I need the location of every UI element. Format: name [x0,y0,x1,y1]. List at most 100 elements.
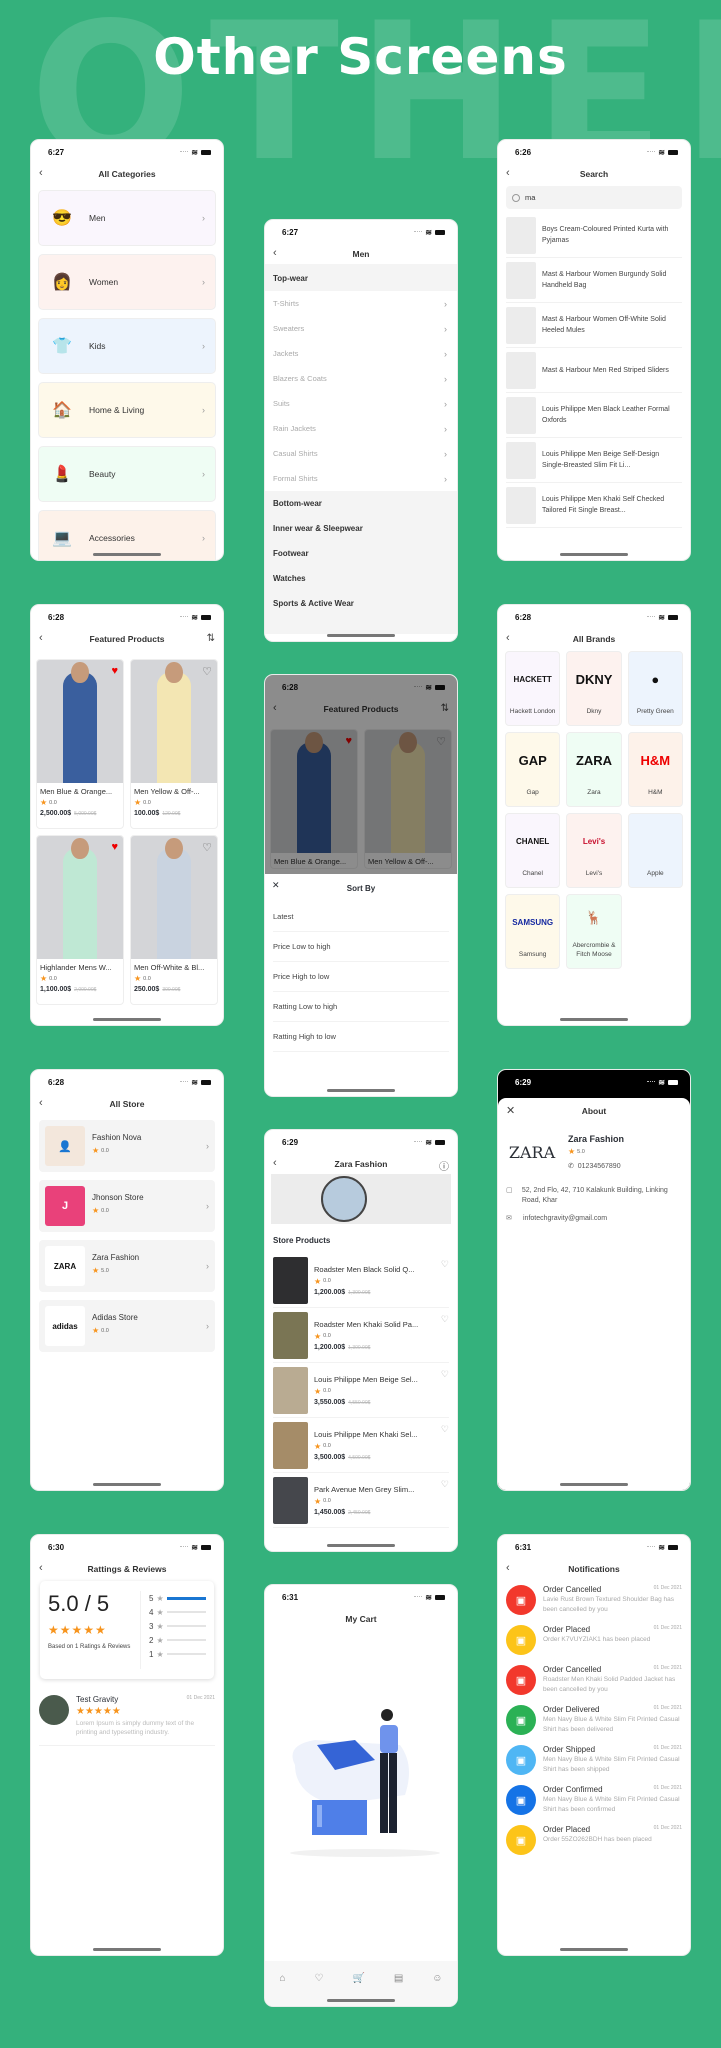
brand-logo: CHANEL [515,837,550,846]
subcategory-item[interactable]: Suits › [265,391,457,416]
store-item[interactable]: ZARA Zara Fashion ★ 5.0 › [39,1240,215,1292]
sort-option[interactable]: Price Low to high [273,932,449,962]
wishlist-tab-icon[interactable]: ♡ [315,1973,324,2006]
brand-card[interactable]: CHANEL Chanel [505,813,561,888]
notification-item[interactable]: ▣ Order Shipped 01 Dec 2021 Men Navy Blue &… [506,1745,682,1775]
subcategory-item[interactable]: Casual Shirts › [265,441,457,466]
orders-tab-icon[interactable]: ▤ [394,1973,403,2006]
original-price: 5,000.00$ [74,811,97,817]
sort-option[interactable]: Latest [273,902,449,932]
product-card[interactable]: ♥ Men Blue & Orange... ★ 0.0 2,500.00$ 5,000.… [36,659,124,829]
store-phone[interactable]: 01234567890 [578,1163,621,1170]
store-item[interactable]: adidas Adidas Store ★ 0.0 › [39,1300,215,1352]
subcategory-item[interactable]: Rain Jackets › [265,416,457,441]
store-product[interactable]: Roadster Men Black Solid Q... ★ 0.0 1,200.0… [273,1253,449,1308]
subcategory-item[interactable]: Sweaters › [265,316,457,341]
brand-card[interactable]: HACKETT Hackett London [505,651,561,726]
notification-item[interactable]: ▣ Order Cancelled 01 Dec 2021 Lavie Rust Br… [506,1585,682,1615]
home-tab-icon[interactable]: ⌂ [279,1973,285,2006]
category-item[interactable]: 💄 Beauty › [38,446,216,502]
notification-item[interactable]: ▣ Order Confirmed 01 Dec 2021 Men Navy Blue… [506,1785,682,1815]
subcategory-item[interactable]: Jackets › [265,341,457,366]
search-result[interactable]: Mast & Harbour Men Red Striped Sliders [506,348,682,393]
favorite-icon[interactable]: ♥ [111,665,118,677]
back-icon[interactable]: ‹ [506,167,510,179]
back-icon[interactable]: ‹ [273,247,277,259]
category-item[interactable]: 👩 Women › [38,254,216,310]
section-header[interactable]: Footwear [265,541,457,566]
back-icon[interactable]: ‹ [39,632,43,644]
profile-tab-icon[interactable]: ☺ [432,1973,442,2006]
section-header[interactable]: Sports & Active Wear [265,591,457,616]
section-header[interactable]: Inner wear & Sleepwear [265,516,457,541]
search-result[interactable]: Louis Philippe Men Khaki Self Checked Ta… [506,483,682,528]
category-item[interactable]: 👕 Kids › [38,318,216,374]
brand-card[interactable]: ZARA Zara [566,732,622,807]
back-icon[interactable]: ‹ [39,1097,43,1109]
search-input[interactable]: ma [506,186,682,209]
favorite-icon[interactable]: ♡ [202,665,212,678]
search-result[interactable]: Louis Philippe Men Black Leather Formal … [506,393,682,438]
favorite-icon[interactable]: ♡ [202,841,212,854]
sort-option[interactable]: Ratting High to low [273,1022,449,1052]
brand-card[interactable]: ● Pretty Green [627,651,683,726]
info-icon[interactable]: ⓘ [439,1158,449,1173]
product-card[interactable]: ♡ Men Off-White & Bl... ★ 0.0 250.00$ 300.00$ [130,835,218,1005]
brand-card[interactable]: 🦌 Abercrombie & Fitch Moose [566,894,622,969]
overlay-scrim[interactable] [265,675,457,874]
back-icon[interactable]: ‹ [506,1562,510,1574]
search-result[interactable]: Boys Cream-Coloured Printed Kurta with P… [506,213,682,258]
store-item[interactable]: J Jhonson Store ★ 0.0 › [39,1180,215,1232]
sort-icon[interactable]: ⇅ [207,633,215,644]
brand-card[interactable]: SAMSUNG Samsung [505,894,561,969]
notification-item[interactable]: ▣ Order Cancelled 01 Dec 2021 Roadster Men … [506,1665,682,1695]
favorite-icon[interactable]: ♥ [111,841,118,853]
section-header[interactable]: Bottom-wear [265,491,457,516]
store-product[interactable]: Louis Philippe Men Beige Sel... ★ 0.0 3,550… [273,1363,449,1418]
product-name: Park Avenue Men Grey Slim... [314,1484,415,1494]
favorite-icon[interactable]: ♡ [441,1314,449,1325]
close-icon[interactable]: ✕ [272,880,280,891]
back-icon[interactable]: ‹ [39,1562,43,1574]
product-card[interactable]: ♥ Highlander Mens W... ★ 0.0 1,100.00$ 2,000.… [36,835,124,1005]
product-thumbnail [506,486,536,524]
back-icon[interactable]: ‹ [506,632,510,644]
subcategory-item[interactable]: Formal Shirts › [265,466,457,491]
store-product[interactable]: Roadster Men Khaki Solid Pa... ★ 0.0 1,200.… [273,1308,449,1363]
store-product[interactable]: Park Avenue Men Grey Slim... ★ 0.0 1,450.00… [273,1473,449,1528]
store-product[interactable]: Louis Philippe Men Khaki Sel... ★ 0.0 3,500… [273,1418,449,1473]
notification-item[interactable]: ▣ Order Placed 01 Dec 2021 Order K7VUYZIAK1… [506,1625,682,1655]
brand-card[interactable]: GAP Gap [505,732,561,807]
section-header[interactable]: Watches [265,566,457,591]
store-item[interactable]: 👤 Fashion Nova ★ 0.0 › [39,1120,215,1172]
star-icon: ★ [156,1607,164,1617]
back-icon[interactable]: ‹ [39,167,43,179]
subcategory-item[interactable]: T-Shirts › [265,291,457,316]
search-result[interactable]: Louis Philippe Men Beige Self-Design Sin… [506,438,682,483]
notification-item[interactable]: ▣ Order Placed 01 Dec 2021 Order 55ZO262BDH… [506,1825,682,1855]
close-icon[interactable]: ✕ [506,1104,515,1117]
favorite-icon[interactable]: ♡ [441,1424,449,1435]
brand-card[interactable]: H&M H&M [627,732,683,807]
original-price: 4,500.00$ [348,1454,371,1461]
brand-card[interactable]: Apple [627,813,683,888]
favorite-icon[interactable]: ♡ [441,1369,449,1380]
section-header[interactable]: Top-wear [265,266,457,291]
favorite-icon[interactable]: ♡ [441,1479,449,1490]
star-icon: ★ [92,1326,100,1335]
notification-item[interactable]: ▣ Order Delivered 01 Dec 2021 Men Navy Blue… [506,1705,682,1735]
subcategory-item[interactable]: Blazers & Coats › [265,366,457,391]
category-item[interactable]: 😎 Men › [38,190,216,246]
category-item[interactable]: 🏠 Home & Living › [38,382,216,438]
sort-option[interactable]: Ratting Low to high [273,992,449,1022]
sort-option[interactable]: Price High to low [273,962,449,992]
store-email[interactable]: infotechgravity@gmail.com [523,1214,607,1224]
back-icon[interactable]: ‹ [273,1157,277,1169]
search-result[interactable]: Mast & Harbour Women Off-White Solid Hee… [506,303,682,348]
product-card[interactable]: ♡ Men Yellow & Off-... ★ 0.0 100.00$ 120.00$ [130,659,218,829]
brand-card[interactable]: DKNY Dkny [566,651,622,726]
favorite-icon[interactable]: ♡ [441,1259,449,1270]
search-result[interactable]: Mast & Harbour Women Burgundy Solid Hand… [506,258,682,303]
brand-card[interactable]: Levi's Levi's [566,813,622,888]
notification-message: Order 55ZO262BDH has been placed [543,1836,652,1843]
